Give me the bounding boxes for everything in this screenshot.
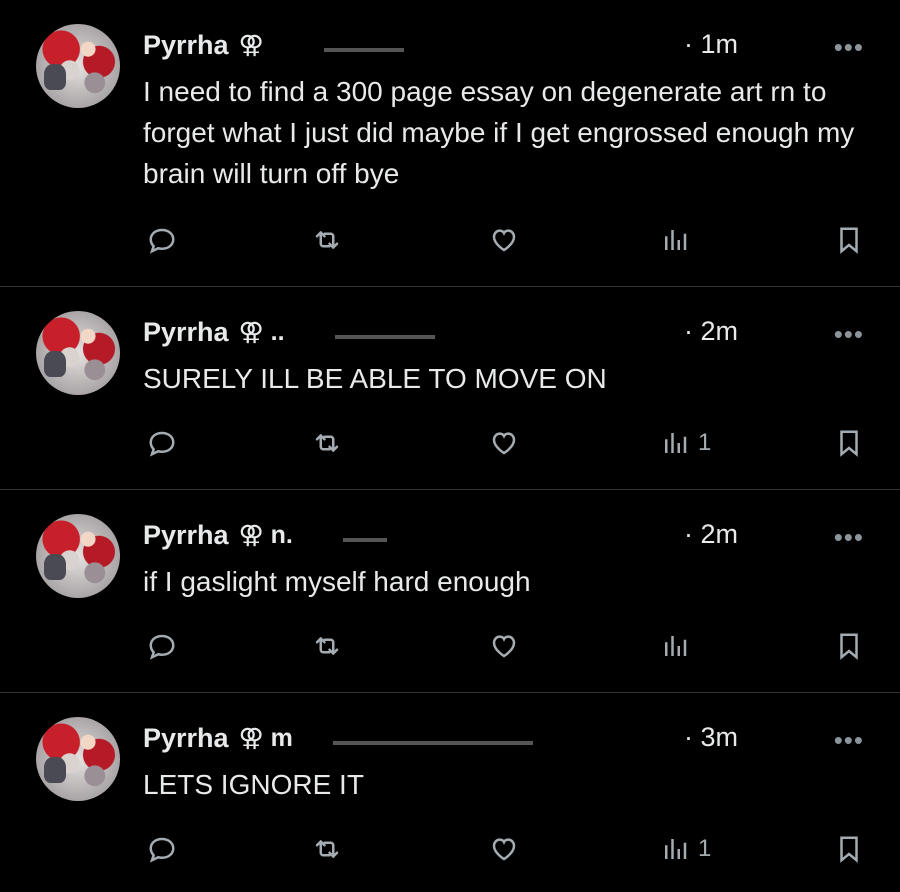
action-bar: 1 xyxy=(0,832,900,866)
retweet-icon xyxy=(315,434,339,452)
retweet-icon xyxy=(315,231,339,249)
tweet-text: I need to find a 300 page essay on degen… xyxy=(143,76,855,189)
tweet[interactable]: Pyrrha ⚢ m · 3m ••• LETS IGNORE IT 1 xyxy=(0,693,900,892)
like-icon xyxy=(492,838,516,861)
views-button[interactable] xyxy=(660,629,698,663)
views-button[interactable] xyxy=(660,223,698,257)
views-icon xyxy=(665,230,687,250)
timestamp[interactable]: · 1m xyxy=(684,29,738,60)
retweet-icon xyxy=(315,840,339,858)
like-icon xyxy=(492,635,516,658)
views-count: 1 xyxy=(698,835,712,862)
action-bar: 1 xyxy=(0,426,900,460)
retweet-icon xyxy=(315,637,339,655)
reply-icon xyxy=(149,837,175,863)
name-emoji: ⚢ m xyxy=(238,724,293,752)
reply-icon xyxy=(149,228,175,254)
timestamp[interactable]: · 2m xyxy=(684,316,738,347)
views-icon xyxy=(665,433,687,453)
retweet-button[interactable] xyxy=(312,629,342,663)
tweet-header: Pyrrha ⚢ .. xyxy=(143,315,435,349)
bookmark-icon xyxy=(840,836,858,863)
views-count: 1 xyxy=(698,429,712,456)
like-button[interactable] xyxy=(489,223,519,257)
author-name[interactable]: Pyrrha xyxy=(143,520,229,551)
bookmark-button[interactable] xyxy=(834,223,864,257)
tweet[interactable]: Pyrrha ⚢ .. · 2m ••• SURELY ILL BE ABLE … xyxy=(0,287,900,490)
reply-button[interactable] xyxy=(147,629,177,663)
bookmark-icon xyxy=(840,633,858,660)
author-name[interactable]: Pyrrha xyxy=(143,30,229,61)
bookmark-icon xyxy=(840,227,858,254)
avatar[interactable] xyxy=(36,717,120,801)
author-name[interactable]: Pyrrha xyxy=(143,317,229,348)
timestamp[interactable]: · 3m xyxy=(684,722,738,753)
tweet-header: Pyrrha ⚢ xyxy=(143,28,404,62)
tweet-header: Pyrrha ⚢ m xyxy=(143,721,533,755)
more-icon[interactable]: ••• xyxy=(834,32,864,63)
action-bar xyxy=(0,629,900,663)
views-button[interactable]: 1 xyxy=(660,832,711,866)
tweet-text: SURELY ILL BE ABLE TO MOVE ON xyxy=(143,363,607,394)
bookmark-button[interactable] xyxy=(834,832,864,866)
blurred-handle xyxy=(332,741,533,745)
author-name[interactable]: Pyrrha xyxy=(143,723,229,754)
bookmark-button[interactable] xyxy=(834,629,864,663)
name-emoji: ⚢ .. xyxy=(238,318,285,346)
bookmark-button[interactable] xyxy=(834,426,864,460)
avatar[interactable] xyxy=(36,24,120,108)
retweet-button[interactable] xyxy=(312,426,342,460)
blurred-handle xyxy=(342,538,387,542)
more-icon[interactable]: ••• xyxy=(834,319,864,350)
like-icon xyxy=(492,432,516,455)
retweet-button[interactable] xyxy=(312,832,342,866)
tweet[interactable]: Pyrrha ⚢ n. · 2m ••• if I gaslight mysel… xyxy=(0,490,900,693)
timestamp[interactable]: · 2m xyxy=(684,519,738,550)
tweet[interactable]: Pyrrha ⚢ · 1m ••• I need to find a 300 p… xyxy=(0,0,900,287)
more-icon[interactable]: ••• xyxy=(834,725,864,756)
blurred-handle xyxy=(334,335,435,339)
views-icon xyxy=(665,839,687,859)
tweet-text: if I gaslight myself hard enough xyxy=(143,566,531,597)
like-icon xyxy=(492,229,516,252)
retweet-button[interactable] xyxy=(312,223,342,257)
reply-button[interactable] xyxy=(147,426,177,460)
name-emoji: ⚢ n. xyxy=(238,521,293,549)
avatar[interactable] xyxy=(36,514,120,598)
timeline-feed: Pyrrha ⚢ · 1m ••• I need to find a 300 p… xyxy=(0,0,900,892)
more-icon[interactable]: ••• xyxy=(834,522,864,553)
name-emoji: ⚢ xyxy=(238,31,264,59)
reply-button[interactable] xyxy=(147,223,177,257)
like-button[interactable] xyxy=(489,426,519,460)
avatar[interactable] xyxy=(36,311,120,395)
views-icon xyxy=(665,636,687,656)
reply-icon xyxy=(149,431,175,457)
tweet-text: LETS IGNORE IT xyxy=(143,769,364,800)
bookmark-icon xyxy=(840,430,858,457)
reply-button[interactable] xyxy=(147,832,177,866)
views-button[interactable]: 1 xyxy=(660,426,711,460)
like-button[interactable] xyxy=(489,629,519,663)
tweet-header: Pyrrha ⚢ n. xyxy=(143,518,387,552)
action-bar xyxy=(0,223,900,257)
reply-icon xyxy=(149,634,175,660)
blurred-handle xyxy=(323,48,404,52)
like-button[interactable] xyxy=(489,832,519,866)
